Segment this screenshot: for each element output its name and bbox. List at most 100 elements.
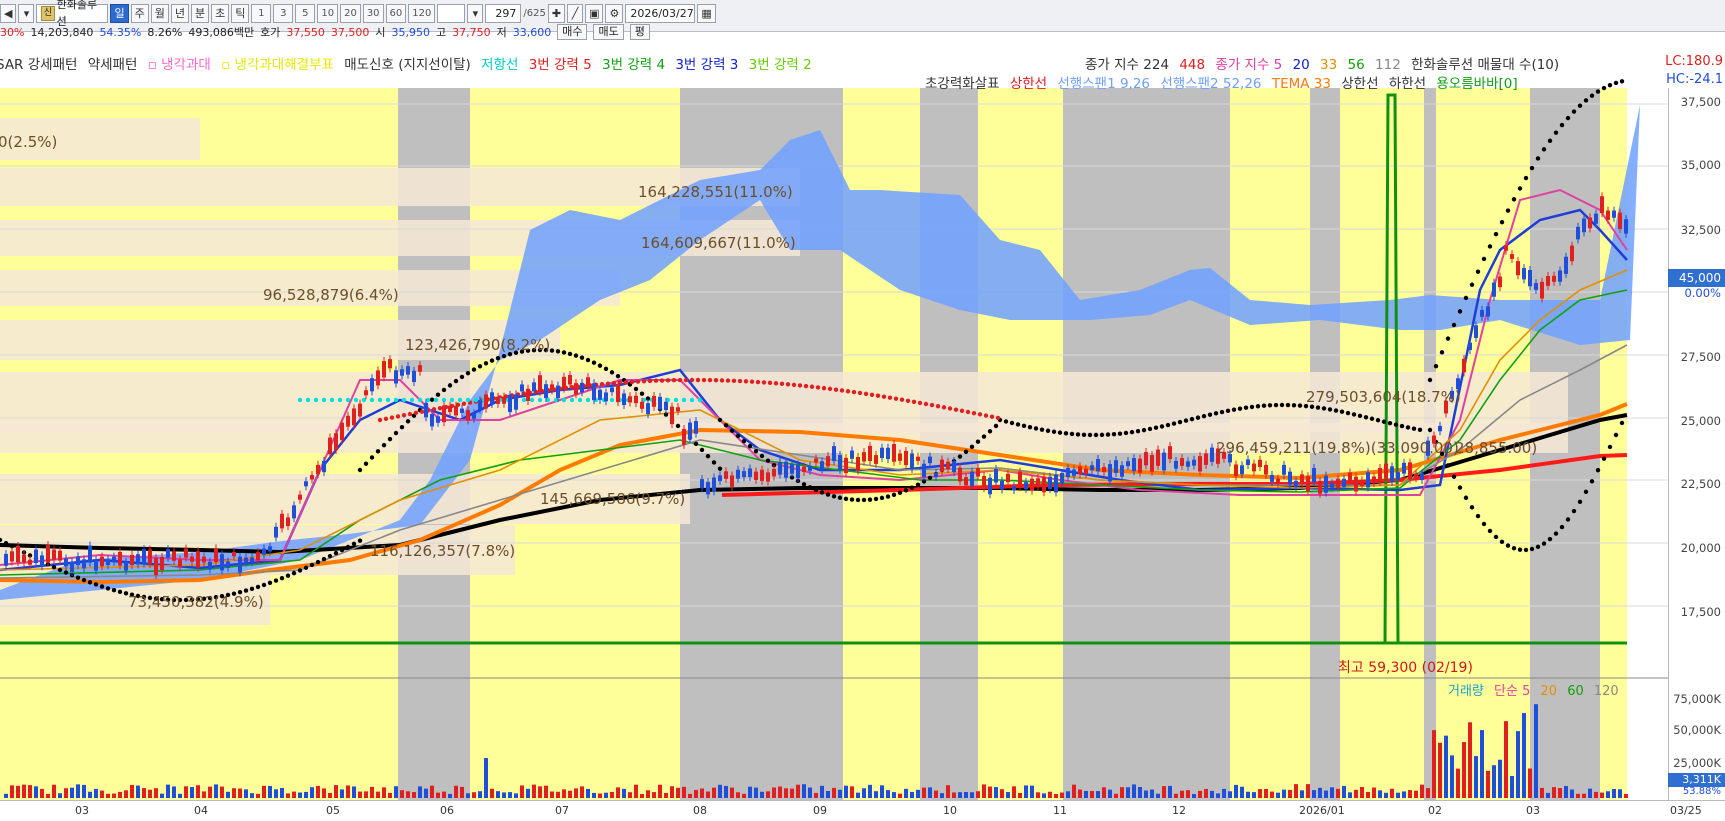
buy-button[interactable]: 매수 [557,24,588,40]
candle-body [46,545,50,563]
volume-bar [1078,789,1082,798]
legend-item-ema56[interactable]: 56 [1348,57,1365,73]
date-field[interactable]: 2026/03/27 [625,3,696,23]
zone-label-1: 0(2.5%) [0,133,58,151]
interval-10-button[interactable]: 10 [317,3,339,23]
sar-dot [1009,420,1015,426]
sar-dot [915,482,921,487]
volume-bar [238,788,242,798]
period-tick-button[interactable]: 틱 [231,3,250,23]
legend-item-ema20[interactable]: 20 [1293,57,1310,73]
eval-button[interactable]: 평 [629,24,650,40]
legend-item-strong3[interactable]: 3번 강력 3 [675,57,738,73]
sar-dot [465,370,471,376]
vol-legend-sma20[interactable]: 20 [1541,684,1558,699]
legend-item-ema112[interactable]: 112 [1375,57,1401,73]
sar-dot [705,453,711,459]
volume-bar [742,793,746,798]
legend-item-cool[interactable]: ▫ 냉각과대 [148,57,211,73]
period-second-button[interactable]: 초 [211,3,230,23]
dropdown-icon[interactable]: ▾ [18,3,35,23]
candle-body [448,405,452,413]
legend-item-upper2[interactable]: 상한선 [1341,76,1378,92]
sar-dot [1213,411,1219,416]
legend-item-dragon[interactable]: 용오름바바[0] [1436,76,1517,92]
candle-body [1408,462,1412,480]
legend-item-ema448[interactable]: 448 [1179,57,1205,73]
legend-item-span2[interactable]: 선행스팬2 52,26 [1160,76,1261,92]
interval-20-button[interactable]: 20 [340,3,361,23]
sar-dot [1577,499,1583,505]
interval-30-button[interactable]: 30 [362,3,384,23]
candle-body [1288,471,1292,485]
settings-gear-icon[interactable]: ⚙ [605,3,624,23]
period-month-button[interactable]: 월 [150,3,169,23]
interval-3-button[interactable]: 3 [273,3,294,23]
sar-dot [1541,147,1547,152]
sar-dot [1607,444,1613,450]
legend-item-ema224[interactable]: 종가 지수 224 [1085,57,1169,73]
candle-body [604,392,608,402]
interval-5-button[interactable]: 5 [295,3,316,23]
period-minute-button[interactable]: 분 [190,3,210,23]
count-field[interactable]: 297 [485,3,522,23]
interval-60-button[interactable]: 60 [385,3,407,23]
legend-item-lower[interactable]: 하한선 [1389,76,1426,92]
price-chart-canvas[interactable] [0,45,1725,821]
candle-body [298,494,302,500]
crosshair-tool-icon[interactable]: ✚ [547,3,566,23]
legend-item-volume-profile[interactable]: 한화솔루션 매물대 수(10) [1411,57,1559,73]
legend-item-sar[interactable]: SAR 강세패턴 [0,57,77,73]
volume-bar [214,784,218,798]
stock-code-field[interactable]: 신 한화솔루션 [36,0,109,28]
hc-value: HC:-24.1 [1666,72,1723,87]
sar-dot [927,475,933,481]
volume-bar [988,786,992,798]
volume-bar [478,791,482,798]
legend-item-ema5[interactable]: 종가 지수 5 [1215,57,1282,73]
legend-item-strong5[interactable]: 3번 강력 5 [529,57,592,73]
legend-item-tema[interactable]: TEMA 33 [1272,76,1331,92]
volume-bar [970,792,974,798]
volume-bar [892,792,896,798]
calendar-icon[interactable]: ▦ [697,3,716,23]
legend-item-strong4[interactable]: 3번 강력 4 [602,57,665,73]
interval-120-button[interactable]: 120 [408,3,436,23]
sell-button[interactable]: 매도 [593,24,624,40]
sar-dot [713,378,719,383]
vol-legend-sma5[interactable]: 단순 5 [1494,684,1530,699]
legend-item-strong2[interactable]: 3번 강력 2 [749,57,812,73]
candle-body [1486,306,1490,317]
ask-label: 호가 [260,26,281,39]
interval-custom-field[interactable] [437,3,466,23]
interval-1-button[interactable]: 1 [251,3,272,23]
sar-dot [729,428,735,433]
legend-item-bear[interactable]: 약세패턴 [88,57,138,73]
legend-item-upper[interactable]: 상한선 [1010,76,1047,92]
legend-item-span1[interactable]: 선행스팬1 9,26 [1057,76,1150,92]
volume-bar [1096,791,1100,798]
legend-item-cool-resolve[interactable]: ▫ 냉각과대해결부표 [221,57,334,73]
current-price-pct: 0.00% [1684,286,1721,300]
sar-dot [111,588,117,593]
candle-body [1240,465,1244,475]
prev-icon[interactable]: ◀ [0,3,17,23]
candle-body [1390,466,1394,482]
legend-item-ema33[interactable]: 33 [1320,57,1337,73]
save-icon[interactable]: ▣ [585,3,604,23]
legend-item-sell-signal[interactable]: 매도신호 (지지선이탈) [344,57,471,73]
legend-item-resistance[interactable]: 저항선 [481,57,518,73]
period-week-button[interactable]: 주 [130,3,149,23]
candle-body [1498,276,1502,288]
vol-legend-sma60[interactable]: 60 [1567,684,1584,699]
period-year-button[interactable]: 년 [170,3,189,23]
volume-bar [1600,792,1604,798]
line-tool-icon[interactable]: ╱ [567,3,584,23]
legend-item-arrow[interactable]: 초강력화살표 [925,76,1000,92]
volume-bar [676,787,680,798]
vol-legend-sma120[interactable]: 120 [1594,684,1619,699]
interval-dropdown-icon[interactable]: ▾ [467,3,484,23]
sar-dot [549,348,555,353]
period-day-button[interactable]: 일 [110,3,129,23]
vol-legend-volume[interactable]: 거래량 [1448,684,1484,699]
